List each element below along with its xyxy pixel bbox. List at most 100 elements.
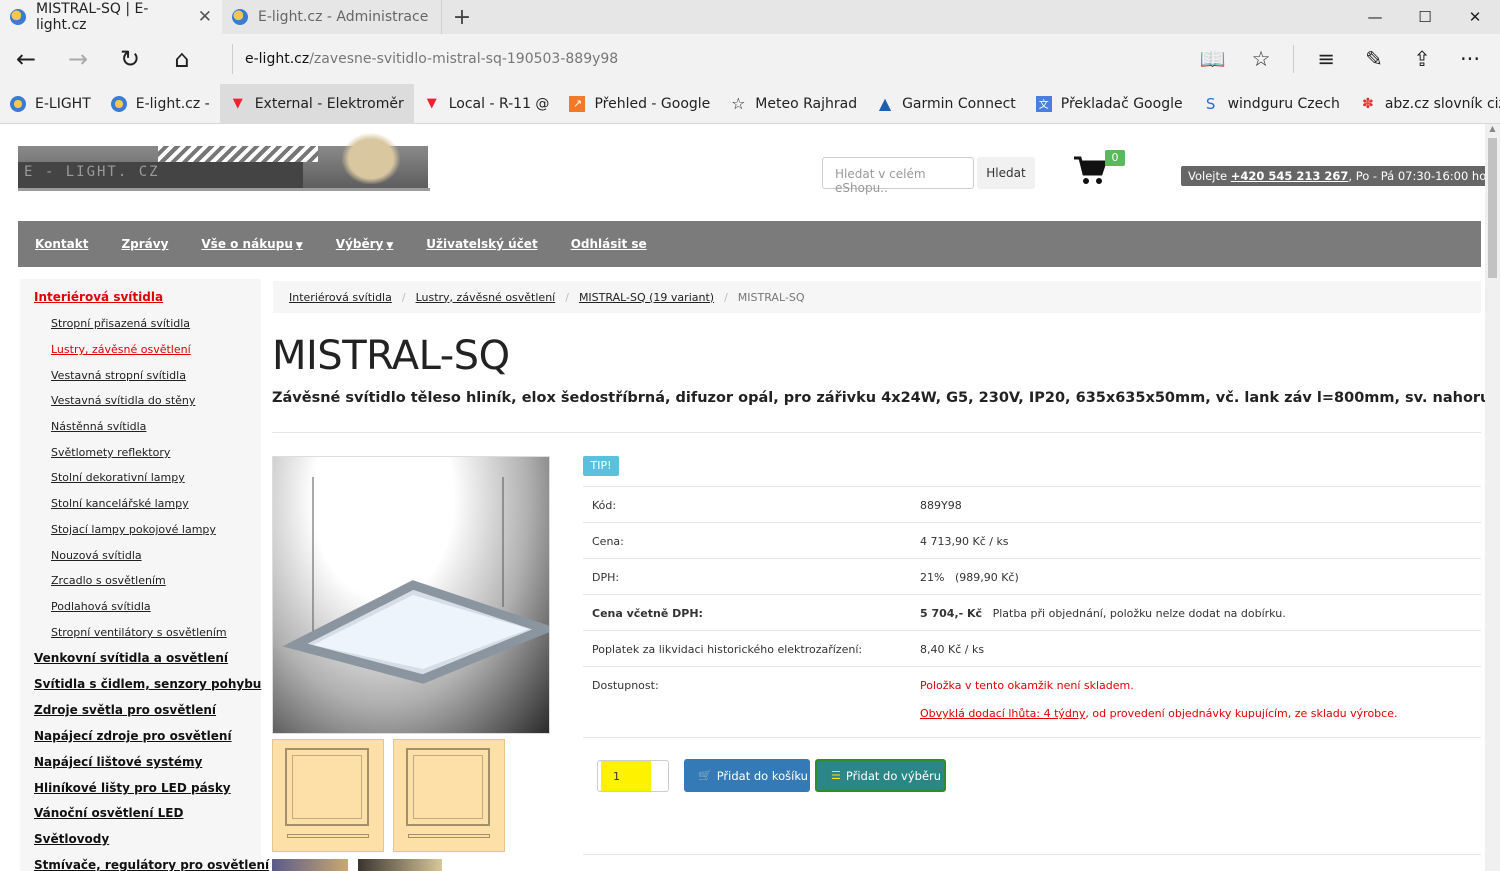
favorite-garmin-connect[interactable]: ▲ Garmin Connect <box>867 84 1026 124</box>
sidebar-subitem[interactable]: Stolní kancelářské lampy <box>51 497 189 510</box>
web-note-icon[interactable]: ✎ <box>1350 47 1398 71</box>
tab-active[interactable]: MISTRAL-SQ | E-light.cz ✕ <box>0 0 222 34</box>
sidebar-item[interactable]: Svítidla s čidlem, senzory pohybu <box>34 677 261 691</box>
sidebar-subitem[interactable]: Stropní ventilátory s osvětlením <box>51 626 227 639</box>
favorite-label: Garmin Connect <box>902 95 1016 112</box>
window-controls: — ☐ ✕ <box>1350 0 1500 34</box>
nav-uzivatelsky-ucet[interactable]: Uživatelský účet <box>426 237 537 251</box>
favorite-prehled-google[interactable]: ↗ Přehled - Google <box>559 84 720 124</box>
sidebar-subitem[interactable]: Podlahová svítidla <box>51 600 151 613</box>
favorite-label: abz.cz slovník cizích <box>1384 95 1500 112</box>
add-to-cart-button[interactable]: 🛒 Přidat do košíku <box>684 759 810 792</box>
back-icon[interactable]: ← <box>0 34 52 84</box>
contact-prefix: Volejte <box>1188 169 1231 183</box>
favorite-external-elektromer[interactable]: ▼ External - Elektroměr <box>219 83 414 124</box>
share-icon[interactable]: ⇪ <box>1398 47 1446 71</box>
favorite-abz-slovnik[interactable]: ✽ abz.cz slovník cizích <box>1350 84 1500 124</box>
address-bar[interactable]: e-light.cz/zavesne-svitidlo-mistral-sq-1… <box>232 44 618 74</box>
refresh-icon[interactable]: ↻ <box>104 34 156 84</box>
sidebar-subitem[interactable]: Stropní přisazená svítidla <box>51 317 190 330</box>
breadcrumb: Interiérová svítidla / Lustry, závěsné os… <box>273 281 1481 313</box>
more-icon[interactable]: ··· <box>1446 47 1494 71</box>
breadcrumb-link[interactable]: Lustry, závěsné osvětlení <box>416 291 556 304</box>
search-button[interactable]: Hledat <box>977 157 1035 189</box>
search-input[interactable]: Hledat v celém eShopu.. <box>822 157 974 195</box>
close-window-icon[interactable]: ✕ <box>1450 0 1500 34</box>
sidebar-subitem[interactable]: Stojací lampy pokojové lampy <box>51 523 216 536</box>
contact-phone-link[interactable]: +420 545 213 267 <box>1231 169 1349 183</box>
breadcrumb-link[interactable]: MISTRAL-SQ (19 variant) <box>579 291 714 304</box>
list-icon: ☰ <box>831 769 841 782</box>
web-page: E - LIGHT. CZ Hledat v celém eShopu.. Hl… <box>0 124 1485 871</box>
sidebar-subitem[interactable]: Vestavná stropní svítidla <box>51 369 186 382</box>
delivery-time-link[interactable]: Obvyklá dodací lhůta: 4 týdny <box>920 707 1085 720</box>
favorite-prekladac-google[interactable]: 文 Překladač Google <box>1026 84 1193 124</box>
favorite-star-icon[interactable]: ☆ <box>1237 47 1285 71</box>
tab-close-icon[interactable]: ✕ <box>198 7 212 27</box>
new-tab-button[interactable]: + <box>442 0 482 34</box>
sidebar-item[interactable]: Stmívače, regulátory pro osvětlení <box>34 858 269 871</box>
sidebar-item[interactable]: Napájecí zdroje pro osvětlení <box>34 729 232 743</box>
nav-vybery[interactable]: Výběry ▼ <box>336 237 394 251</box>
sidebar-item[interactable]: Hliníkové lišty pro LED pásky <box>34 781 231 795</box>
sidebar-subitem[interactable]: Světlomety reflektory <box>51 446 170 459</box>
sidebar-item[interactable]: Venkovní svítidla a osvětlení <box>34 651 228 665</box>
caret-down-icon: ▼ <box>295 241 303 251</box>
nav-label: Vše o nákupu <box>201 237 293 251</box>
sidebar-subitem[interactable]: Nástěnná svítidla <box>51 420 146 433</box>
hub-icon[interactable]: ≡ <box>1302 47 1350 71</box>
sidebar-item[interactable]: Napájecí lištové systémy <box>34 755 202 769</box>
favorite-label: E-LIGHT <box>35 95 91 112</box>
logo-underline <box>18 188 430 191</box>
tab-inactive[interactable]: E-light.cz - Administrace <box>222 0 442 34</box>
product-main-image[interactable] <box>272 456 550 734</box>
add-to-selection-button[interactable]: ☰ Přidat do výběru <box>815 759 946 792</box>
sidebar-item[interactable]: Světlovody <box>34 832 109 846</box>
page-scrollbar[interactable]: ▲ <box>1485 124 1500 871</box>
browser-toolbar-right: 📖 ☆ ≡ ✎ ⇪ ··· <box>1189 34 1494 84</box>
reading-view-icon[interactable]: 📖 <box>1189 47 1237 72</box>
breadcrumb-separator: / <box>565 290 569 304</box>
favorite-local-r11[interactable]: ▼ Local - R-11 @ <box>414 84 560 124</box>
favorite-windguru[interactable]: Swindguru Czech <box>1193 84 1350 124</box>
dictionary-icon: ✽ <box>1361 95 1374 112</box>
favorite-label: Překladač Google <box>1060 95 1183 112</box>
product-thumbnail[interactable] <box>272 859 348 871</box>
cart-icon[interactable] <box>1073 152 1107 186</box>
nav-odhlasit-se[interactable]: Odhlásit se <box>571 237 647 251</box>
delivery-time-note: , od provedení objednávky kupujícím, ze … <box>1085 707 1398 720</box>
sidebar-subitem[interactable]: Vestavná svítidla do stěny <box>51 394 195 407</box>
quantity-input[interactable]: 1 <box>597 760 669 792</box>
site-logo[interactable]: E - LIGHT. CZ <box>18 124 430 192</box>
product-info-table: Kód: 889Y98 Cena: 4 713,90 Kč / ks DPH: … <box>583 486 1481 730</box>
tip-badge: TIP! <box>583 456 619 476</box>
nav-kontakt[interactable]: Kontakt <box>35 237 88 251</box>
scroll-up-icon[interactable]: ▲ <box>1485 124 1500 133</box>
product-thumbnail[interactable] <box>358 859 442 871</box>
scrollbar-thumb[interactable] <box>1488 138 1497 278</box>
favorite-e-light-admin[interactable]: E-light.cz - <box>101 84 220 124</box>
site-favicon-icon <box>10 9 26 25</box>
thumbnail-frame <box>285 748 369 826</box>
favorite-e-light[interactable]: E-LIGHT <box>0 84 101 124</box>
forward-icon[interactable]: → <box>52 34 104 84</box>
sidebar-subitem[interactable]: Stolní dekorativní lampy <box>51 471 185 484</box>
nav-zpravy[interactable]: Zprávy <box>121 237 168 251</box>
sidebar-subitem[interactable]: Nouzová svítidla <box>51 549 142 562</box>
favorite-label: Local - R-11 @ <box>448 95 550 112</box>
breadcrumb-link[interactable]: Interiérová svítidla <box>289 291 392 304</box>
sidebar-subitem[interactable]: Zrcadlo s osvětlením <box>51 574 166 587</box>
minimize-icon[interactable]: — <box>1350 0 1400 34</box>
home-icon[interactable]: ⌂ <box>156 34 208 84</box>
favorite-meteo-rajhrad[interactable]: ☆ Meteo Rajhrad <box>720 84 867 124</box>
sidebar-item-interierova[interactable]: Interiérová svítidla <box>34 290 163 304</box>
sidebar-item[interactable]: Zdroje světla pro osvětlení <box>34 703 216 717</box>
product-thumbnail[interactable] <box>393 739 505 852</box>
nav-vse-o-nakupu[interactable]: Vše o nákupu ▼ <box>201 237 302 251</box>
sidebar-subitem-active[interactable]: Lustry, závěsné osvětlení <box>51 343 191 356</box>
sidebar-item[interactable]: Vánoční osvětlení LED <box>34 806 183 820</box>
availability-status: Položka v tento okamžik není skladem. <box>920 679 1134 692</box>
maximize-icon[interactable]: ☐ <box>1400 0 1450 34</box>
info-label: DPH: <box>592 571 620 584</box>
product-thumbnail[interactable] <box>272 739 384 852</box>
